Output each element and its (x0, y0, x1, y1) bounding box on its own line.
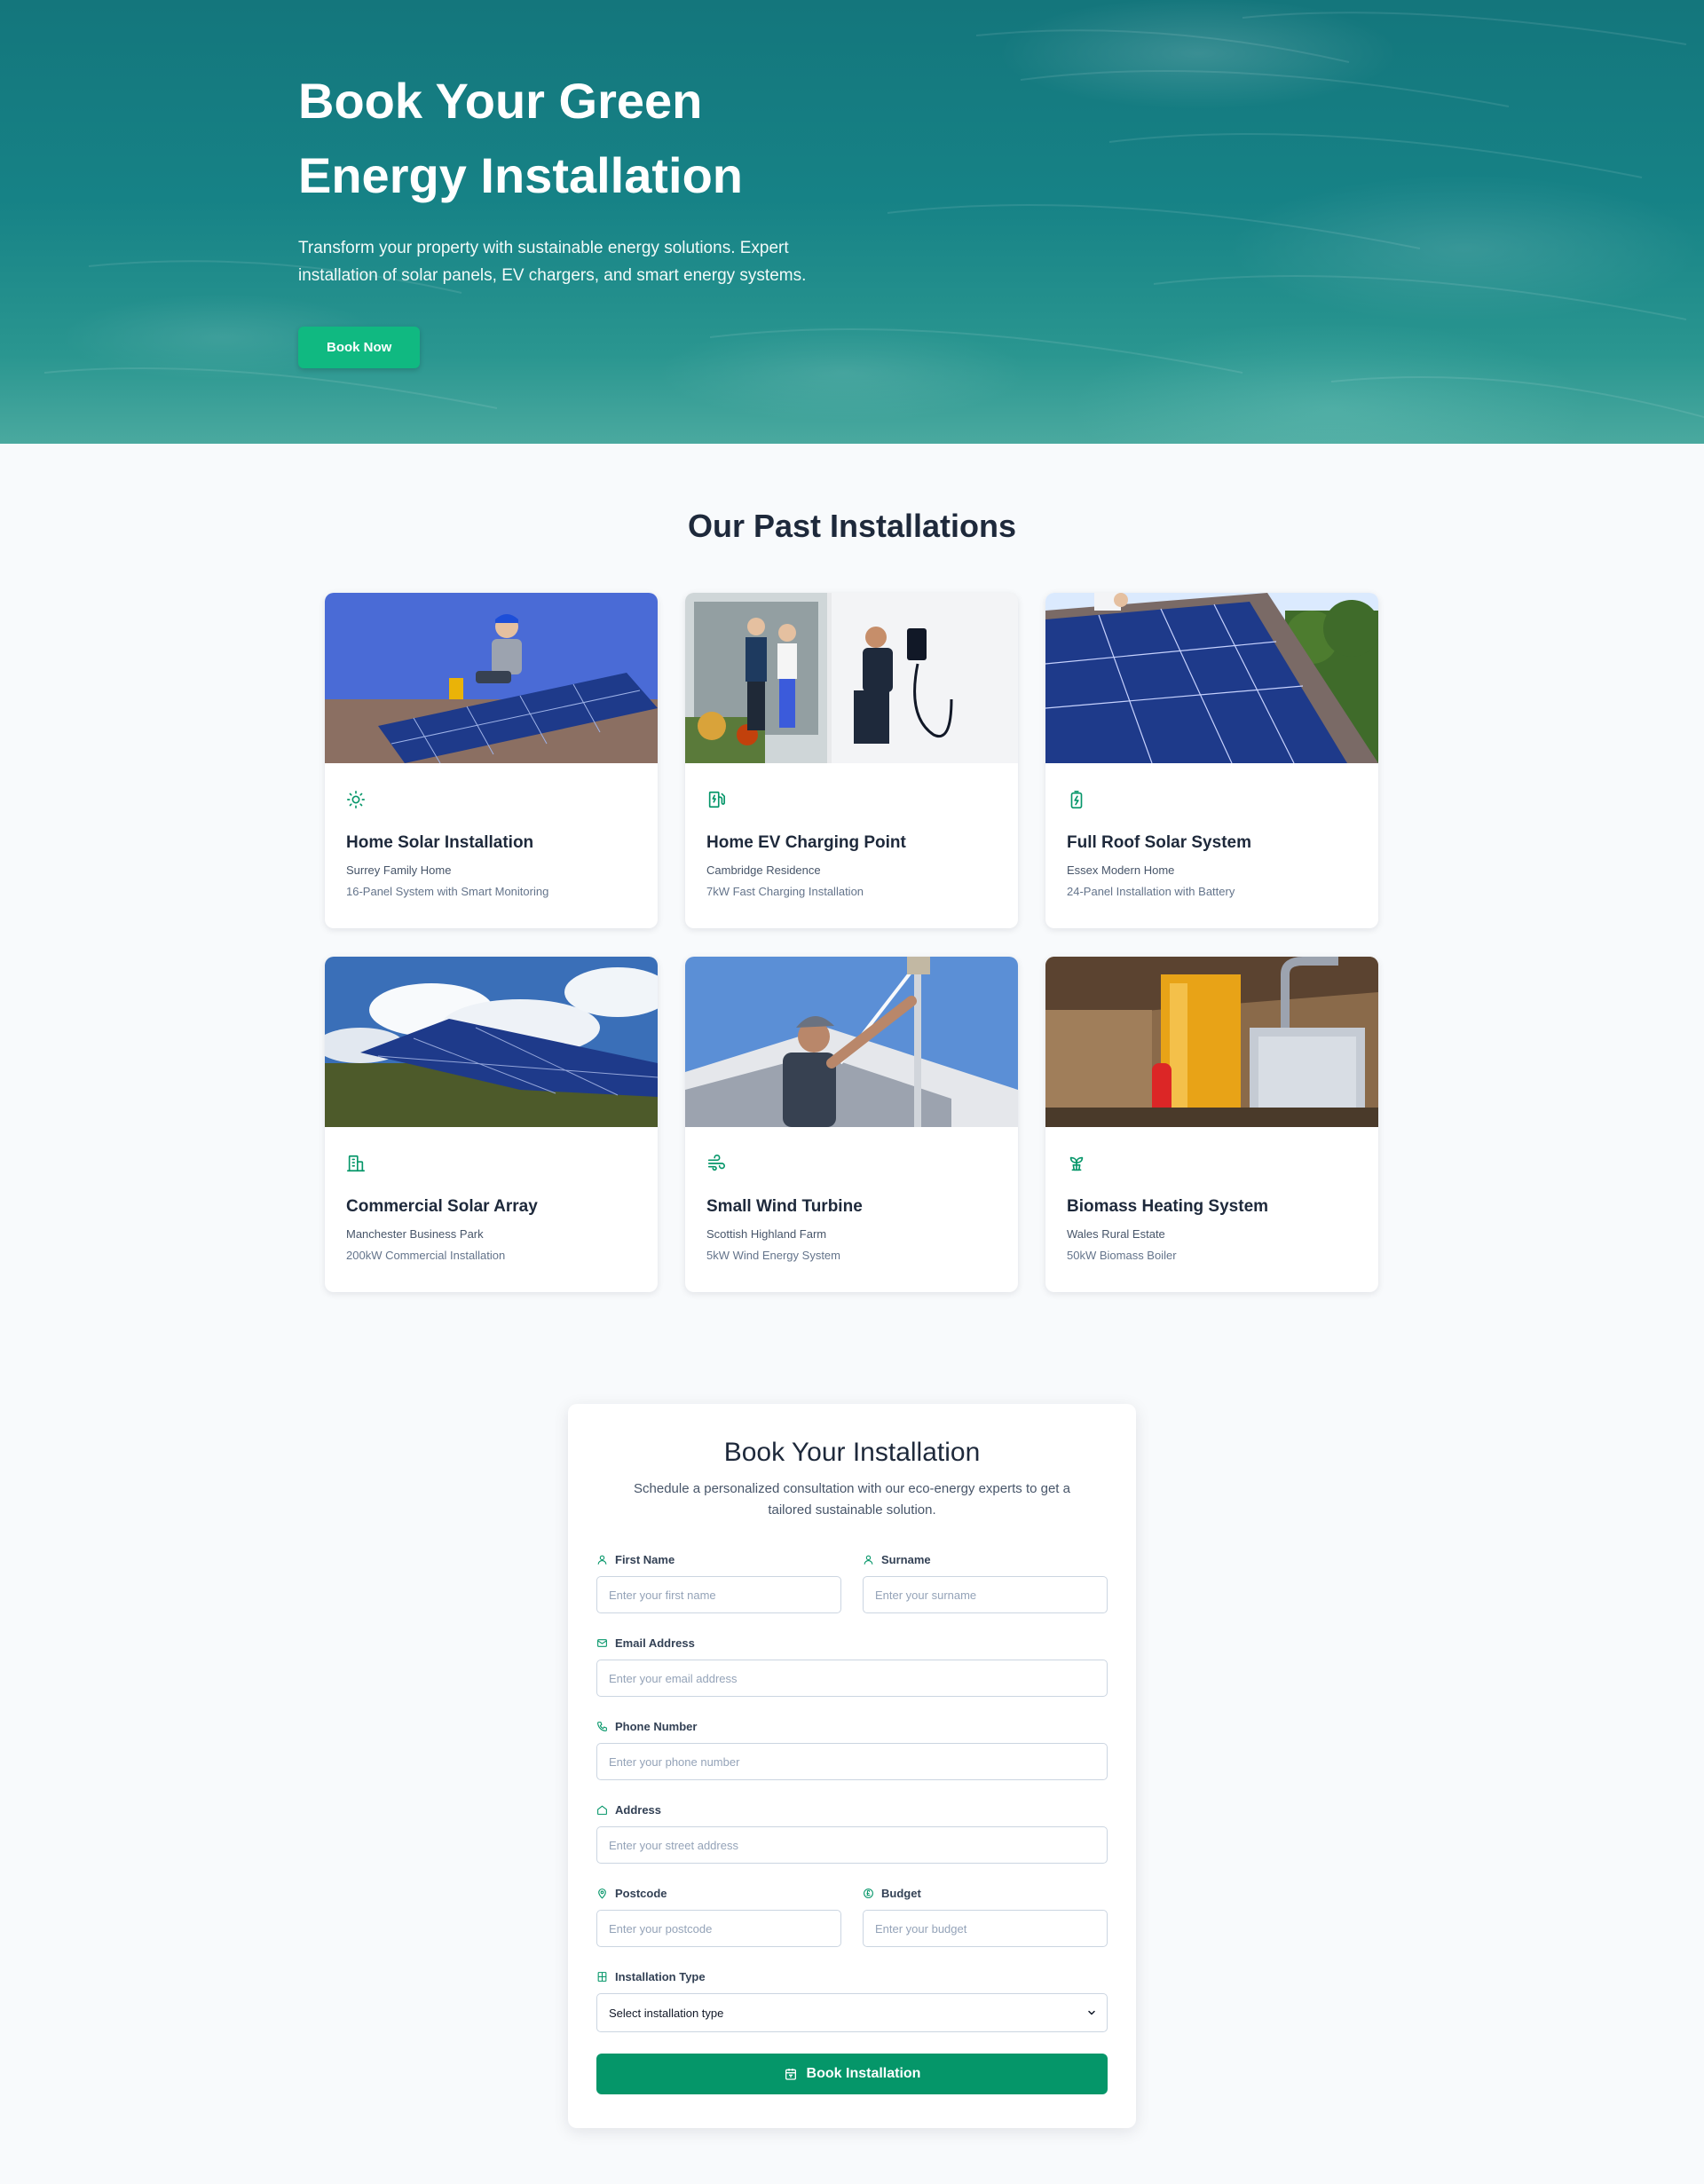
installation-card[interactable]: Biomass Heating System Wales Rural Estat… (1045, 957, 1378, 1292)
name-row: First Name Surname (596, 1551, 1108, 1613)
book-now-button[interactable]: Book Now (298, 327, 421, 368)
first-name-label: First Name (596, 1551, 841, 1567)
installation-photo (325, 957, 658, 1127)
pound-coin-icon (864, 1888, 873, 1898)
first-name-label-text: First Name (615, 1552, 675, 1566)
installation-card[interactable]: Home Solar Installation Surrey Family Ho… (325, 593, 658, 928)
card-description: 24-Panel Installation with Battery (1067, 885, 1235, 898)
surname-input[interactable] (863, 1576, 1108, 1613)
first-name-group: First Name (596, 1551, 841, 1613)
battery-charging-icon (1070, 791, 1083, 808)
installations-grid: Home Solar Installation Surrey Family Ho… (325, 593, 1379, 1292)
hero-section: Book Your Green Energy Installation Tran… (0, 0, 1704, 444)
first-name-input[interactable] (596, 1576, 841, 1613)
card-description: 5kW Wind Energy System (706, 1249, 840, 1262)
postcode-label: Postcode (596, 1885, 841, 1901)
surname-label-text: Surname (881, 1552, 931, 1566)
surname-group: Surname (863, 1551, 1108, 1613)
email-label: Email Address (596, 1635, 1108, 1651)
budget-input[interactable] (863, 1910, 1108, 1947)
card-title: Home Solar Installation (346, 833, 534, 852)
installation-card[interactable]: Home EV Charging Point Cambridge Residen… (685, 593, 1018, 928)
installation-photo (325, 593, 658, 763)
installation-photo (1045, 593, 1378, 763)
card-description: 50kW Biomass Boiler (1067, 1249, 1177, 1262)
form-title: Book Your Installation (723, 1438, 981, 1467)
phone-input[interactable] (596, 1743, 1108, 1780)
card-title: Full Roof Solar System (1067, 833, 1251, 852)
card-title: Small Wind Turbine (706, 1197, 863, 1216)
home-icon (597, 1805, 607, 1815)
address-input[interactable] (596, 1826, 1108, 1864)
installation-card[interactable]: Full Roof Solar System Essex Modern Home… (1045, 593, 1378, 928)
phone-label-text: Phone Number (615, 1719, 698, 1733)
card-title: Commercial Solar Array (346, 1197, 538, 1216)
installation-photo (685, 593, 1018, 763)
installation-card[interactable]: Small Wind Turbine Scottish Highland Far… (685, 957, 1018, 1292)
book-installation-button[interactable]: Book Installation (596, 2054, 1108, 2094)
sun-icon (347, 791, 365, 808)
hero-sky-background (43, 12, 1704, 418)
card-location: Surrey Family Home (346, 863, 452, 877)
address-label-text: Address (615, 1802, 662, 1817)
postcode-group: Postcode (596, 1885, 841, 1947)
book-installation-label: Book Installation (806, 2066, 921, 2081)
address-group: Address (596, 1802, 1108, 1864)
phone-group: Phone Number (596, 1718, 1108, 1780)
installation-type-label: Installation Type (596, 1968, 1108, 1984)
fuel-pump-icon (708, 791, 725, 808)
card-location: Cambridge Residence (706, 863, 821, 877)
email-group: Email Address (596, 1635, 1108, 1697)
past-installations-section: Our Past Installations Home Solar Instal… (0, 444, 1704, 1292)
postcode-input[interactable] (596, 1910, 841, 1947)
sprout-icon (1069, 1156, 1084, 1171)
postcode-budget-row: Postcode Budget (596, 1885, 1108, 1947)
map-pin-icon (598, 1888, 606, 1898)
card-description: 200kW Commercial Installation (346, 1249, 506, 1262)
installation-photo (685, 957, 1018, 1127)
card-location: Scottish Highland Farm (706, 1227, 827, 1241)
budget-label-text: Budget (881, 1886, 921, 1900)
wind-icon (707, 1155, 725, 1171)
section-title: Our Past Installations (687, 508, 1017, 544)
card-description: 16-Panel System with Smart Monitoring (346, 885, 549, 898)
hero-title-line2: Energy Installation (298, 147, 743, 203)
installation-card[interactable]: Commercial Solar Array Manchester Busine… (325, 957, 658, 1292)
calendar-icon (785, 2069, 796, 2080)
card-description: 7kW Fast Charging Installation (706, 885, 864, 898)
phone-label: Phone Number (596, 1718, 1108, 1734)
hero-content: Book Your Green Energy Installation Tran… (298, 64, 831, 368)
installation-type-select-wrap: Select installation type (596, 1984, 1108, 2032)
hero-subtitle: Transform your property with sustainable… (298, 239, 807, 285)
card-title: Home EV Charging Point (706, 833, 906, 852)
installation-type-label-text: Installation Type (615, 1969, 706, 1983)
hero-title-line1: Book Your Green (298, 73, 703, 129)
surname-label: Surname (863, 1551, 1108, 1567)
installation-photo (1045, 957, 1378, 1127)
installation-type-select[interactable]: Select installation type (596, 1993, 1108, 2032)
installation-type-group: Installation Type Select installation ty… (596, 1968, 1108, 2032)
mail-icon (597, 1638, 607, 1647)
hero-title: Book Your Green Energy Installation (298, 64, 831, 213)
postcode-label-text: Postcode (615, 1886, 667, 1900)
user-icon (864, 1555, 873, 1565)
card-title: Biomass Heating System (1067, 1197, 1269, 1216)
address-label: Address (596, 1802, 1108, 1817)
card-location: Wales Rural Estate (1067, 1227, 1165, 1241)
form-subtitle: Schedule a personalized consultation wit… (634, 1481, 1070, 1518)
card-location: Manchester Business Park (346, 1227, 484, 1241)
budget-label: Budget (863, 1885, 1108, 1901)
booking-form: Book Your Installation Schedule a person… (568, 1404, 1136, 2128)
user-icon (597, 1555, 607, 1565)
budget-group: Budget (863, 1885, 1108, 1947)
phone-icon (597, 1721, 607, 1731)
solar-panel-icon (597, 1971, 607, 1982)
email-label-text: Email Address (615, 1636, 695, 1650)
building-icon (347, 1155, 365, 1172)
card-location: Essex Modern Home (1067, 863, 1175, 877)
email-input[interactable] (596, 1660, 1108, 1697)
